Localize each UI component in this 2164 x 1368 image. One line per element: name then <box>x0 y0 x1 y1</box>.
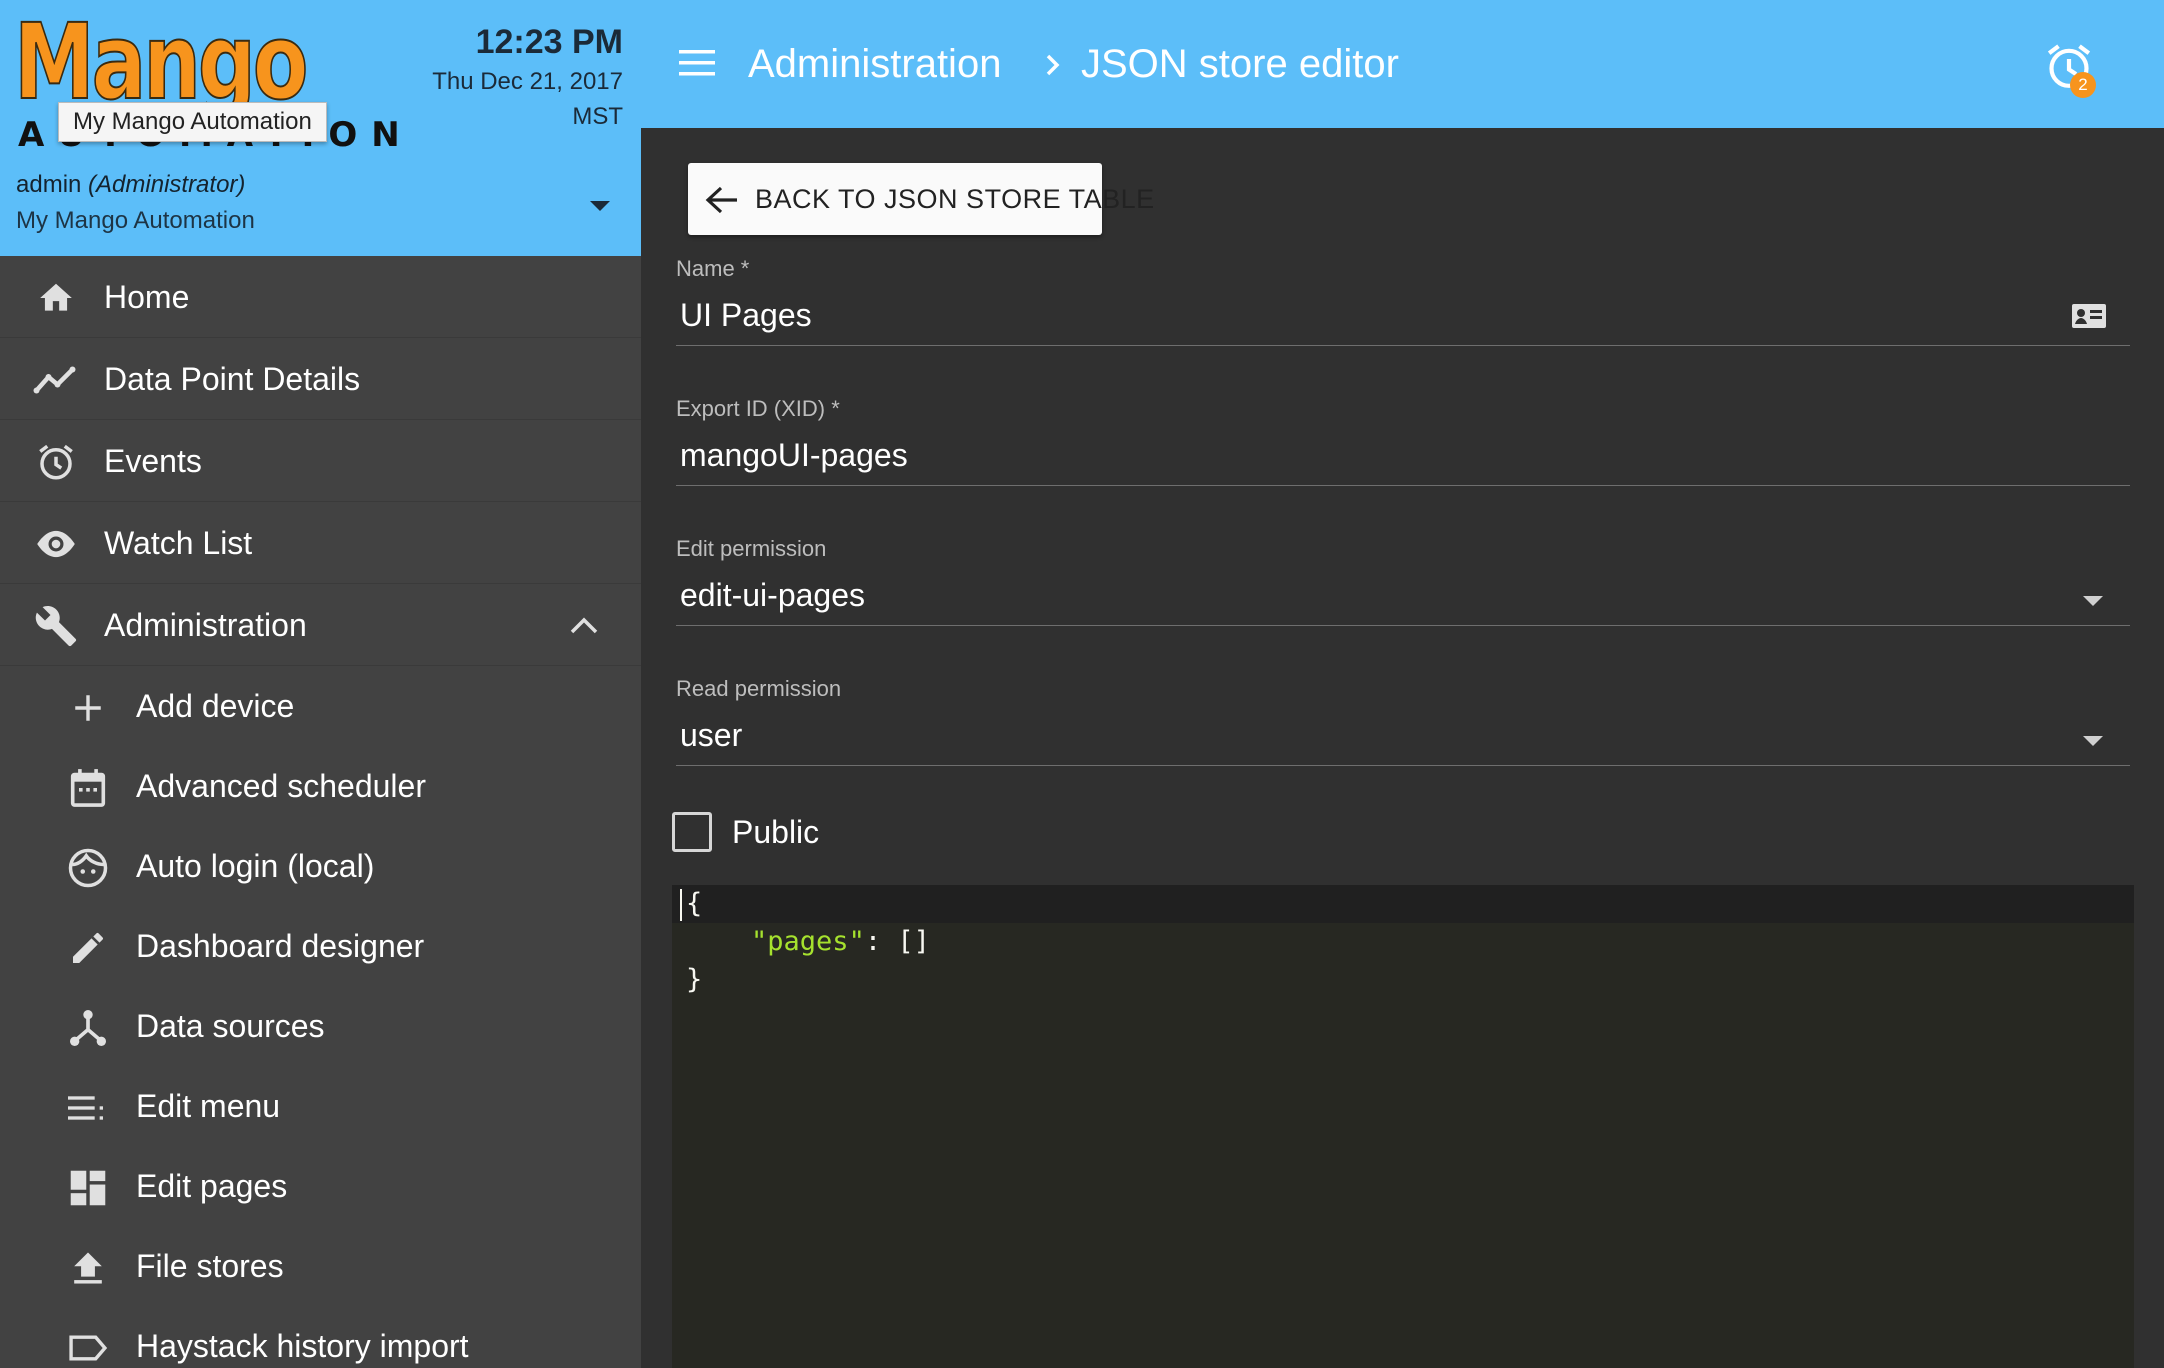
sidebar-item-label: Data sources <box>136 1008 325 1044</box>
edit-permission-select[interactable]: edit-ui-pages <box>680 575 865 615</box>
read-permission-field[interactable]: Read permission user <box>676 675 2130 766</box>
name-field-label: Name * <box>676 256 750 281</box>
sidebar-item-data-point-details[interactable]: Data Point Details <box>0 338 641 420</box>
sidebar-subitem-file-stores[interactable]: File stores <box>0 1226 641 1306</box>
hub-icon <box>64 1008 112 1048</box>
sidebar-item-label: Advanced scheduler <box>136 768 426 804</box>
alarm-icon <box>32 442 80 482</box>
sidebar-item-label: Edit menu <box>136 1088 281 1124</box>
sidebar-item-label: Edit pages <box>136 1168 288 1204</box>
main-content: BACK TO JSON STORE TABLE Name * UI Pages… <box>641 128 2164 1368</box>
name-field[interactable]: Name * UI Pages <box>676 255 2130 346</box>
user-info[interactable]: admin (Administrator) <box>16 170 245 200</box>
chevron-right-icon <box>1046 54 1060 76</box>
edit-permission-label: Edit permission <box>676 536 827 561</box>
top-app-bar: Administration JSON store editor 2 <box>641 0 2164 128</box>
field-underline <box>676 765 2130 766</box>
sidebar-item-label: Events <box>104 443 202 479</box>
read-permission-select[interactable]: user <box>680 715 742 755</box>
sidebar-subitem-advanced-scheduler[interactable]: Advanced scheduler <box>0 746 641 826</box>
list-icon <box>64 1088 112 1128</box>
sidebar-item-label: Home <box>104 279 190 315</box>
public-checkbox-label: Public <box>732 814 820 850</box>
sidebar-subitem-edit-menu[interactable]: Edit menu <box>0 1066 641 1146</box>
code-string-token: "pages" <box>751 926 865 957</box>
xid-field[interactable]: Export ID (XID) * mangoUI-pages <box>676 395 2130 486</box>
sidebar-item-label: Watch List <box>104 525 253 561</box>
hamburger-menu-icon[interactable] <box>677 46 717 80</box>
plus-icon <box>64 688 112 728</box>
breadcrumb-administration[interactable]: Administration <box>748 40 1001 88</box>
sidebar-item-label: File stores <box>136 1248 284 1284</box>
code-rest: : [] <box>864 926 930 957</box>
back-button-label: BACK TO JSON STORE TABLE <box>755 184 1155 214</box>
wrench-icon <box>32 606 80 647</box>
dashboard-icon <box>64 1168 112 1208</box>
code-line-3: } <box>686 964 703 995</box>
trending-icon <box>32 360 80 400</box>
pencil-icon <box>64 928 112 968</box>
face-icon <box>64 848 112 888</box>
back-to-json-store-table-button[interactable]: BACK TO JSON STORE TABLE <box>688 163 1154 235</box>
json-code-editor[interactable]: { "pages": [] } <box>672 885 2134 1368</box>
dropdown-arrow-icon[interactable] <box>2082 595 2104 607</box>
sidebar-item-home[interactable]: Home <box>0 256 641 338</box>
upload-icon <box>64 1248 112 1288</box>
sidebar-subitem-edit-pages[interactable]: Edit pages <box>0 1146 641 1226</box>
sidebar-subitem-data-sources[interactable]: Data sources <box>0 986 641 1066</box>
sidebar-subitem-dashboard-designer[interactable]: Dashboard designer <box>0 906 641 986</box>
public-checkbox[interactable] <box>672 812 712 852</box>
page-title: JSON store editor <box>1081 42 1399 86</box>
sidebar-item-label: Auto login (local) <box>136 848 375 884</box>
sidebar-item-events[interactable]: Events <box>0 420 641 502</box>
sidebar-item-label: Administration <box>104 607 307 643</box>
sidebar-item-label: Dashboard designer <box>136 928 425 964</box>
arrow-back-icon <box>705 186 737 214</box>
sidebar-subitem-add-device[interactable]: Add device <box>0 666 641 746</box>
sidebar: Mango AUTOMATION My Mango Automation 12:… <box>0 0 641 1368</box>
read-permission-label: Read permission <box>676 676 842 701</box>
sidebar-header: Mango AUTOMATION My Mango Automation 12:… <box>0 0 641 256</box>
xid-field-label: Export ID (XID) * <box>676 396 840 421</box>
user-site: My Mango Automation <box>16 207 255 234</box>
eye-icon <box>32 524 80 564</box>
user-menu-dropdown-icon[interactable] <box>588 198 612 214</box>
alarm-count-badge: 2 <box>2070 72 2096 98</box>
code-line-2: "pages": [] <box>686 923 930 961</box>
logo-tooltip: My Mango Automation <box>58 102 327 142</box>
edit-permission-field[interactable]: Edit permission edit-ui-pages <box>676 535 2130 626</box>
field-underline <box>676 485 2130 486</box>
code-line-1: { <box>686 888 703 919</box>
sidebar-subitem-auto-login[interactable]: Auto login (local) <box>0 826 641 906</box>
sidebar-subitem-haystack-history-import[interactable]: Haystack history import <box>0 1306 641 1368</box>
clock-timezone: MST <box>572 103 623 130</box>
calendar-icon <box>64 768 112 808</box>
logo-text: Mango <box>13 1 309 123</box>
field-underline <box>676 625 2130 626</box>
home-icon <box>32 278 80 318</box>
sidebar-item-watch-list[interactable]: Watch List <box>0 502 641 584</box>
user-name: admin <box>16 171 82 198</box>
tag-icon <box>64 1328 112 1368</box>
sidebar-item-label: Haystack history import <box>136 1328 469 1364</box>
active-line-highlight <box>672 885 2134 923</box>
sidebar-item-label: Add device <box>136 688 295 724</box>
sidebar-item-administration[interactable]: Administration <box>0 584 641 666</box>
id-card-icon[interactable] <box>2070 301 2108 331</box>
field-underline <box>676 345 2130 346</box>
dropdown-arrow-icon[interactable] <box>2082 735 2104 747</box>
text-cursor <box>680 889 682 921</box>
sidebar-nav: Home Data Point Details Events Watch Lis… <box>0 256 641 1368</box>
chevron-up-icon[interactable] <box>568 614 600 636</box>
clock: 12:23 PM Thu Dec 21, 2017 MST <box>432 20 623 134</box>
xid-input[interactable]: mangoUI-pages <box>680 435 908 475</box>
sidebar-item-label: Data Point Details <box>104 361 361 397</box>
user-role: (Administrator) <box>88 171 246 198</box>
name-input[interactable]: UI Pages <box>680 295 812 335</box>
clock-time: 12:23 PM <box>475 23 623 61</box>
clock-date: Thu Dec 21, 2017 <box>432 68 623 95</box>
